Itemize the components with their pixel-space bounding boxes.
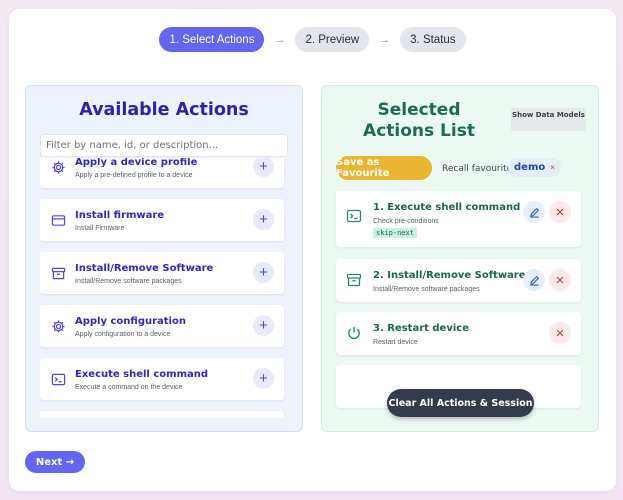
add-action-button[interactable]: + xyxy=(253,262,274,283)
step-arrow-icon: → xyxy=(379,33,391,46)
card-icon xyxy=(51,215,66,226)
gear-icon xyxy=(52,161,65,174)
show-data-models-button[interactable]: Show Data Models xyxy=(511,108,586,131)
action-title: Install firmware xyxy=(75,210,165,221)
terminal-icon xyxy=(346,209,362,223)
edit-button[interactable] xyxy=(523,201,545,223)
favourite-chip-name[interactable]: demo xyxy=(514,162,545,173)
action-item-apply-device-profile[interactable]: Apply a device profile Apply a pre-defin… xyxy=(40,158,284,188)
selected-action-item[interactable]: 1. Execute shell command Check pre-condi… xyxy=(336,191,581,247)
gear-icon xyxy=(52,320,65,333)
action-title: Apply a device profile xyxy=(75,158,198,168)
favourite-chip[interactable]: demo × xyxy=(508,158,561,177)
selected-action-desc: Check pre-conditions xyxy=(373,218,439,225)
delete-button[interactable]: ✕ xyxy=(549,269,571,291)
step-select-actions[interactable]: 1. Select Actions xyxy=(159,27,265,52)
selected-action-item[interactable]: 2. Install/Remove Software Install/Remov… xyxy=(336,259,581,302)
step-arrow-icon: → xyxy=(274,33,286,46)
selected-action-desc: Install/Remove software packages xyxy=(373,286,480,293)
action-item-apply-configuration[interactable]: Apply configuration Apply configuration … xyxy=(40,305,284,347)
remove-favourite-icon[interactable]: × xyxy=(550,163,555,172)
available-actions-panel: Available Actions Filter by name, id, or… xyxy=(25,85,303,432)
selected-action-title: 2. Install/Remove Software xyxy=(373,270,526,281)
recall-favourite-label: Recall favourite: xyxy=(442,164,516,174)
add-action-button[interactable]: + xyxy=(253,315,274,336)
pencil-icon xyxy=(529,275,539,286)
stepper: 1. Select Actions → 2. Preview → 3. Stat… xyxy=(9,27,616,52)
archive-icon xyxy=(346,273,362,287)
add-action-button[interactable]: + xyxy=(253,209,274,230)
power-icon xyxy=(348,326,360,340)
skip-next-badge: skip-next xyxy=(373,228,417,238)
action-desc: Apply configuration to a device xyxy=(75,331,171,338)
add-action-button[interactable]: + xyxy=(253,158,274,177)
action-title: Execute shell command xyxy=(75,369,209,380)
action-desc: Install Firmware xyxy=(75,225,125,232)
action-item-partial[interactable] xyxy=(40,411,284,418)
action-desc: Execute a command on the device xyxy=(75,384,183,391)
available-actions-title: Available Actions xyxy=(79,100,249,120)
edit-button[interactable] xyxy=(523,269,545,291)
available-actions-list[interactable]: Apply a device profile Apply a pre-defin… xyxy=(40,158,286,418)
pencil-icon xyxy=(529,207,539,218)
step-status[interactable]: 3. Status xyxy=(400,27,466,52)
archive-icon xyxy=(51,267,66,280)
action-desc: Install/Remove software packages xyxy=(75,278,182,285)
action-title: Install/Remove Software xyxy=(75,263,214,274)
terminal-icon xyxy=(51,373,66,386)
action-desc: Apply a pre-defined profile to a device xyxy=(75,172,193,179)
action-title: Apply configuration xyxy=(75,316,186,327)
selected-actions-panel: Selected Actions List Show Data Models S… xyxy=(321,85,599,432)
selected-action-item[interactable]: 3. Restart device Restart device ✕ xyxy=(336,312,581,355)
add-action-button[interactable]: + xyxy=(253,368,274,389)
step-preview[interactable]: 2. Preview xyxy=(295,27,370,52)
clear-all-button[interactable]: Clear All Actions & Session xyxy=(387,389,534,417)
action-item-execute-shell-command[interactable]: Execute shell command Execute a command … xyxy=(40,358,284,400)
selected-action-desc: Restart device xyxy=(373,339,418,346)
main-card: 1. Select Actions → 2. Preview → 3. Stat… xyxy=(9,9,616,491)
selected-action-title: 1. Execute shell command xyxy=(373,202,521,213)
selected-actions-title: Selected Actions List xyxy=(363,100,475,141)
filter-input[interactable]: Filter by name, id, or description... xyxy=(40,134,288,157)
selected-action-title: 3. Restart device xyxy=(373,323,469,334)
action-item-install-remove-software[interactable]: Install/Remove Software Install/Remove s… xyxy=(40,252,284,294)
next-button[interactable]: Next → xyxy=(25,451,85,473)
action-item-install-firmware[interactable]: Install firmware Install Firmware + xyxy=(40,199,284,241)
delete-button[interactable]: ✕ xyxy=(549,201,571,223)
delete-button[interactable]: ✕ xyxy=(549,322,571,344)
save-favourite-button[interactable]: Save as Favourite xyxy=(336,156,432,180)
